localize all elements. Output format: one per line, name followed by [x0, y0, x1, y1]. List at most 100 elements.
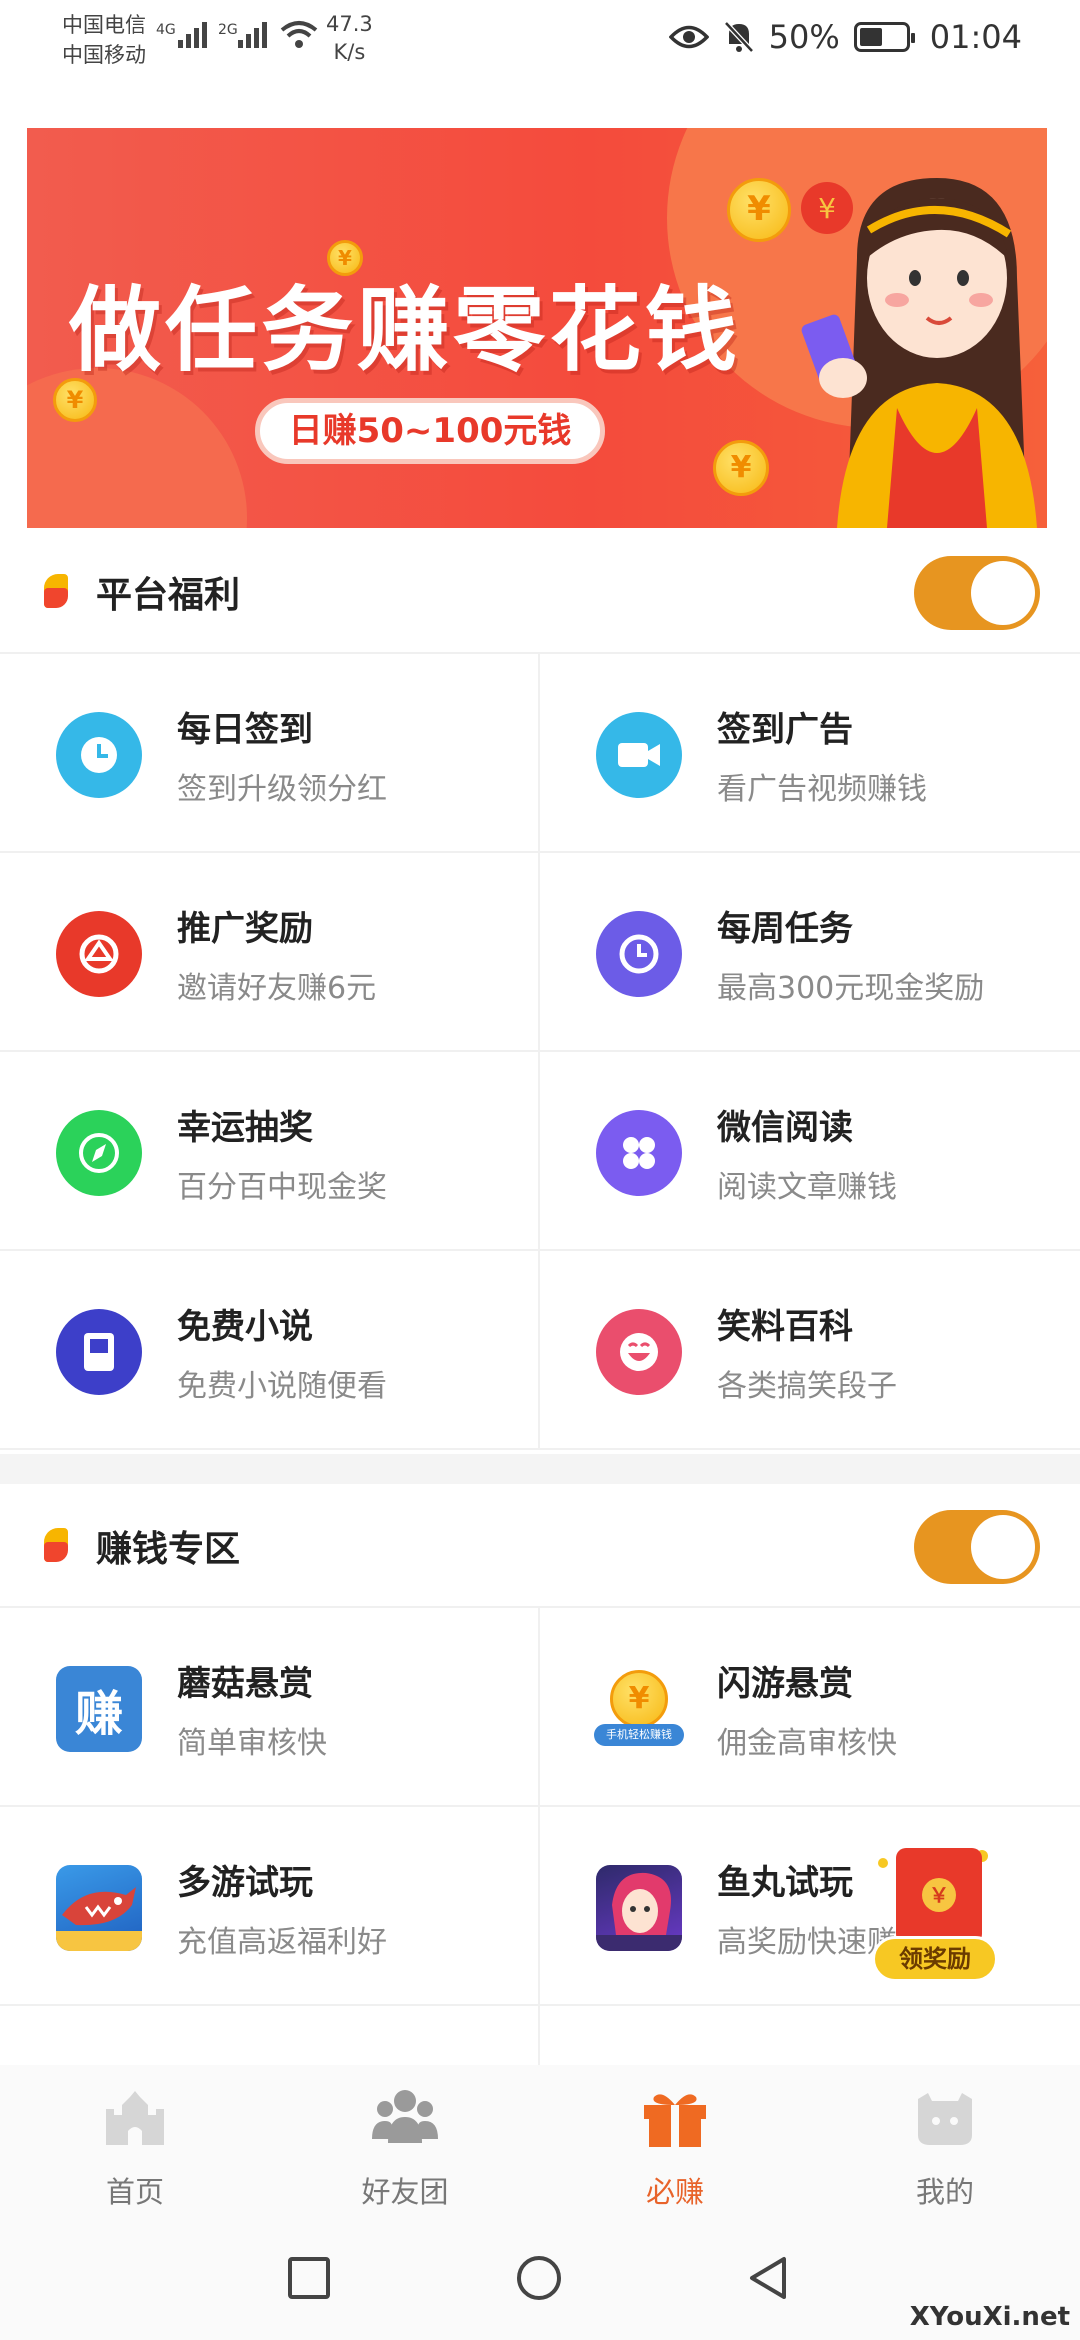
battery-icon [853, 22, 915, 52]
eye-icon [668, 25, 709, 49]
reward-label: 领奖励 [872, 1936, 998, 1982]
item-title: 微信阅读 [717, 1108, 853, 1148]
grid-row: 每日签到 签到升级领分红 签到广告 看广告视频赚钱 [0, 654, 1080, 853]
nav-label: 首页 [105, 2175, 164, 2209]
earn-item-shanyou[interactable]: ¥ 手机轻松赚钱 闪游悬赏 佣金高审核快 [540, 1608, 1080, 1805]
banner-title: 做任务赚零花钱 [69, 277, 742, 384]
section-title: 平台福利 [96, 575, 241, 616]
earn-grid: 赚 蘑菇悬赏 简单审核快 ¥ 手机轻松赚钱 闪游悬赏 佣金高审核快 多游试玩 充… [0, 1606, 1080, 2086]
signal-type-2: 2G [218, 22, 238, 38]
item-title: 蘑菇悬赏 [177, 1664, 313, 1704]
welfare-item-weekly-task[interactable]: 每周任务 最高300元现金奖励 [540, 853, 1080, 1050]
banner-subtitle: 日赚50~100元钱 [255, 398, 605, 464]
clock-icon [596, 911, 682, 997]
profile-icon [918, 2093, 972, 2145]
grid-row: 赚 蘑菇悬赏 简单审核快 ¥ 手机轻松赚钱 闪游悬赏 佣金高审核快 [0, 1608, 1080, 1807]
sparkle-icon [878, 1858, 888, 1868]
coin-phone-icon: ¥ 手机轻松赚钱 [594, 1666, 684, 1752]
signal-type-1: 4G [156, 22, 176, 38]
laugh-icon [596, 1309, 682, 1395]
item-desc: 最高300元现金奖励 [717, 971, 985, 1006]
coin-icon: ¥ [727, 178, 791, 242]
status-right: 50% 01:04 [668, 18, 1022, 56]
status-bar: 中国电信 中国移动 4G 2G 47.3 K/s 50% 01:04 [0, 0, 1080, 80]
section-toggle[interactable] [914, 556, 1040, 630]
nav-friends[interactable]: 好友团 [270, 2065, 540, 2215]
back-triangle-icon[interactable] [744, 2253, 794, 2303]
floating-reward-button[interactable]: 领奖励 [872, 1848, 1002, 1988]
welfare-grid: 每日签到 签到升级领分红 签到广告 看广告视频赚钱 推广奖励 邀请好友赚6元 每… [0, 652, 1080, 1450]
video-camera-icon [596, 712, 682, 798]
welfare-item-wechat-reading[interactable]: 微信阅读 阅读文章赚钱 [540, 1052, 1080, 1249]
welfare-item-free-novel[interactable]: 免费小说 免费小说随便看 [0, 1251, 540, 1448]
welfare-item-checkin-ad[interactable]: 签到广告 看广告视频赚钱 [540, 654, 1080, 851]
speed-value: 47.3 [326, 12, 373, 36]
welfare-item-daily-checkin[interactable]: 每日签到 签到升级领分红 [0, 654, 540, 851]
nav-must-earn[interactable]: 必赚 [540, 2065, 810, 2215]
toggle-knob [971, 561, 1035, 625]
item-title: 鱼丸试玩 [717, 1863, 853, 1903]
item-desc: 签到升级领分红 [177, 772, 387, 807]
item-desc: 免费小说随便看 [177, 1369, 387, 1404]
icon-caption: 手机轻松赚钱 [594, 1724, 684, 1746]
shark-game-icon [56, 1865, 142, 1951]
item-title: 闪游悬赏 [717, 1664, 853, 1704]
grid-row: 免费小说 免费小说随便看 笑料百科 各类搞笑段子 [0, 1251, 1080, 1450]
watermark-text: XYouXi.net [909, 2302, 1070, 2332]
item-title: 推广奖励 [177, 909, 313, 949]
item-title: 每日签到 [177, 710, 313, 750]
item-title: 免费小说 [177, 1307, 313, 1347]
promo-banner[interactable]: ¥ ¥ ¥ ¥ 做任务赚零花钱 日赚50~100元钱 ¥ [27, 128, 1047, 528]
share-icon [56, 911, 142, 997]
item-desc: 百分百中现金奖 [177, 1170, 387, 1205]
nav-home[interactable]: 首页 [0, 2065, 270, 2215]
signal-bars-icon [178, 22, 207, 48]
home-circle-icon[interactable] [514, 2253, 564, 2303]
gift-icon [644, 2094, 706, 2147]
carrier-1: 中国电信 [62, 13, 146, 37]
item-title: 签到广告 [717, 710, 853, 750]
girl-illustration: ¥ [801, 178, 1037, 528]
item-title: 每周任务 [717, 909, 853, 949]
welfare-item-referral[interactable]: 推广奖励 邀请好友赚6元 [0, 853, 540, 1050]
signal-bars-icon [238, 22, 267, 48]
welfare-item-jokes[interactable]: 笑料百科 各类搞笑段子 [540, 1251, 1080, 1448]
item-desc: 邀请好友赚6元 [177, 971, 377, 1006]
grid-row: 幸运抽奖 百分百中现金奖 微信阅读 阅读文章赚钱 [0, 1052, 1080, 1251]
nav-label: 好友团 [361, 2175, 449, 2209]
nav-label: 我的 [915, 2175, 974, 2209]
section-marker-icon [44, 574, 68, 608]
item-desc: 各类搞笑段子 [717, 1369, 897, 1404]
grid-row: 推广奖励 邀请好友赚6元 每周任务 最高300元现金奖励 [0, 853, 1080, 1052]
battery-percent: 50% [768, 18, 840, 56]
welfare-item-lucky-draw[interactable]: 幸运抽奖 百分百中现金奖 [0, 1052, 540, 1249]
item-title: 幸运抽奖 [177, 1108, 313, 1148]
carrier-names: 中国电信 中国移动 [62, 10, 146, 70]
section-toggle[interactable] [914, 1510, 1040, 1584]
bell-muted-icon [723, 21, 754, 53]
clock-time: 01:04 [929, 18, 1022, 56]
item-desc: 看广告视频赚钱 [717, 772, 927, 807]
carrier-2: 中国移动 [62, 43, 146, 67]
recents-square-icon[interactable] [284, 2253, 334, 2303]
item-desc: 佣金高审核快 [717, 1726, 897, 1761]
item-desc: 高奖励快速赚 [717, 1925, 897, 1960]
earn-item-mogu[interactable]: 赚 蘑菇悬赏 简单审核快 [0, 1608, 540, 1805]
avatar-game-icon [596, 1865, 682, 1951]
friends-icon [372, 2090, 438, 2143]
bottom-nav: 首页 好友团 必赚 我的 [0, 2065, 1080, 2215]
toggle-knob [971, 1515, 1035, 1579]
section-welfare-header: 平台福利 [0, 530, 1080, 650]
network-speed: 47.3 K/s [326, 10, 373, 66]
castle-icon [106, 2091, 164, 2145]
clover-icon [596, 1110, 682, 1196]
section-marker-icon [44, 1528, 68, 1562]
section-title: 赚钱专区 [96, 1529, 241, 1570]
zhuan-icon: 赚 [56, 1666, 142, 1752]
item-title: 笑料百科 [717, 1307, 853, 1347]
item-desc: 充值高返福利好 [177, 1925, 387, 1960]
coin-icon: ¥ [713, 440, 769, 496]
nav-profile[interactable]: 我的 [810, 2065, 1080, 2215]
red-packet-icon [896, 1848, 982, 1944]
earn-item-duoyou[interactable]: 多游试玩 充值高返福利好 [0, 1807, 540, 2004]
